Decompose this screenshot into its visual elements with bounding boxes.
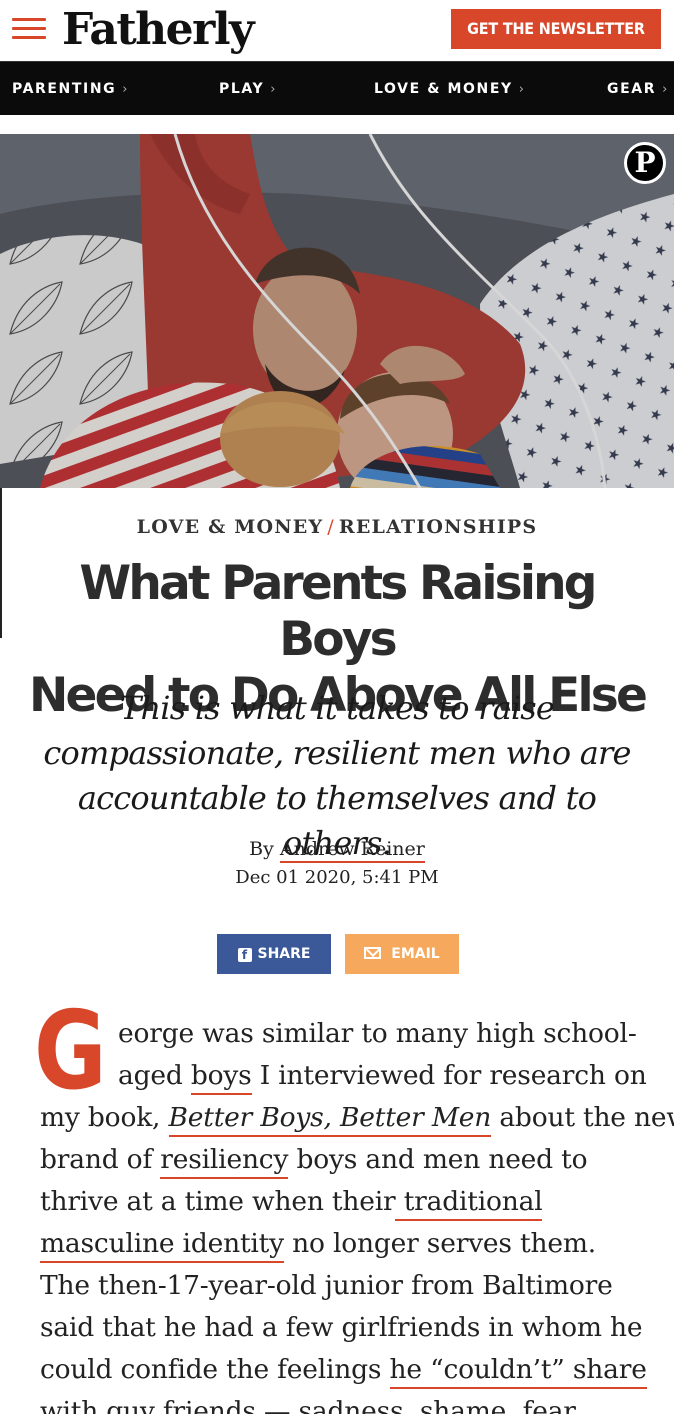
- body-text: I interviewed for research on: [251, 1060, 647, 1091]
- nav-item-label: PLAY: [219, 81, 265, 97]
- article-dek-line: This is what it takes to raise: [119, 689, 555, 727]
- body-line: aged boys I interviewed for research on: [118, 1055, 647, 1097]
- section-nav: PARENTING › PLAY › LOVE & MONEY › GEAR ›: [0, 61, 674, 115]
- body-text: with guy friends — sadness, shame, fear: [40, 1396, 576, 1414]
- article-title-line: What Parents Raising Boys: [79, 556, 597, 667]
- chevron-right-icon: ›: [662, 82, 668, 97]
- facebook-icon: f: [237, 948, 252, 962]
- hero-image: ★: [0, 134, 674, 488]
- chevron-right-icon: ›: [270, 82, 276, 97]
- author-link[interactable]: Andrew Reiner: [279, 838, 425, 863]
- site-logo[interactable]: Fatherly: [62, 2, 255, 58]
- chevron-right-icon: ›: [122, 82, 128, 97]
- inline-link-couldnt-share[interactable]: he “couldn’t” share: [389, 1354, 647, 1389]
- body-line: eorge was similar to many high school-: [118, 1013, 637, 1055]
- body-line: said that he had a few girlfriends in wh…: [40, 1307, 643, 1349]
- body-line: with guy friends — sadness, shame, fear: [40, 1391, 576, 1414]
- envelope-icon: [364, 947, 382, 959]
- menu-icon[interactable]: [12, 16, 46, 42]
- body-line: could confide the feelings he “couldn’t”…: [40, 1349, 647, 1391]
- chevron-right-icon: ›: [518, 82, 524, 97]
- subcategory-link[interactable]: RELATIONSHIPS: [339, 516, 537, 538]
- pinterest-icon: P: [634, 146, 656, 179]
- nav-item-love-money[interactable]: LOVE & MONEY ›: [374, 62, 524, 116]
- body-text: brand of: [40, 1144, 161, 1175]
- body-text: eorge was similar to many high school-: [118, 1018, 637, 1049]
- facebook-share-button[interactable]: f SHARE: [217, 934, 331, 974]
- newsletter-button-label: GET THE NEWSLETTER: [467, 19, 645, 38]
- newsletter-button[interactable]: GET THE NEWSLETTER: [451, 9, 661, 49]
- site-header: Fatherly GET THE NEWSLETTER: [0, 0, 674, 60]
- email-share-button[interactable]: EMAIL: [345, 934, 459, 974]
- byline-prefix: By: [249, 838, 274, 860]
- body-line: masculine identity no longer serves them…: [40, 1223, 596, 1265]
- byline: By Andrew Reiner: [0, 838, 674, 863]
- inline-link-resiliency[interactable]: resiliency: [160, 1144, 288, 1179]
- email-button-label: EMAIL: [391, 946, 440, 962]
- hero-photo-illustration: ★: [0, 134, 674, 488]
- body-line: thrive at a time when their traditional: [40, 1181, 543, 1223]
- nav-item-label: GEAR: [607, 81, 657, 97]
- publish-date: Dec 01 2020, 5:41 PM: [235, 867, 439, 888]
- body-line: brand of resiliency boys and men need to: [40, 1139, 588, 1181]
- body-text: The then-17-year-old junior from Baltimo…: [40, 1270, 613, 1301]
- share-button-label: SHARE: [257, 946, 311, 962]
- inline-link-boys[interactable]: boys: [190, 1060, 252, 1095]
- body-text: thrive at a time when their: [40, 1186, 396, 1217]
- nav-item-parenting[interactable]: PARENTING ›: [12, 62, 127, 116]
- nav-item-label: PARENTING: [12, 81, 117, 97]
- category-link[interactable]: LOVE & MONEY: [137, 516, 324, 538]
- inline-link-book[interactable]: Better Boys, Better Men: [168, 1102, 491, 1137]
- body-text: could confide the feelings: [40, 1354, 390, 1385]
- drop-cap: G: [34, 989, 107, 1114]
- body-text: boys and men need to: [288, 1144, 588, 1175]
- pinterest-button[interactable]: P: [624, 142, 666, 184]
- inline-link-traditional[interactable]: traditional: [395, 1186, 543, 1221]
- body-line: The then-17-year-old junior from Baltimo…: [40, 1265, 613, 1307]
- nav-item-play[interactable]: PLAY ›: [219, 62, 275, 116]
- body-text: no longer serves them.: [283, 1228, 596, 1259]
- body-text: my book,: [40, 1102, 169, 1133]
- nav-item-gear[interactable]: GEAR ›: [607, 62, 667, 116]
- inline-link-masculine-identity[interactable]: masculine identity: [40, 1228, 284, 1263]
- left-edge-rule: [0, 488, 2, 638]
- article-dek-line: compassionate, resilient men who are: [43, 734, 631, 772]
- breadcrumb-separator: /: [327, 516, 335, 538]
- body-line: my book, Better Boys, Better Men about t…: [40, 1097, 674, 1139]
- breadcrumb: LOVE & MONEY / RELATIONSHIPS: [0, 516, 674, 538]
- body-text: about the new: [491, 1102, 674, 1133]
- nav-item-label: LOVE & MONEY: [374, 81, 513, 97]
- body-text: said that he had a few girlfriends in wh…: [40, 1312, 643, 1343]
- body-text: aged: [118, 1060, 191, 1091]
